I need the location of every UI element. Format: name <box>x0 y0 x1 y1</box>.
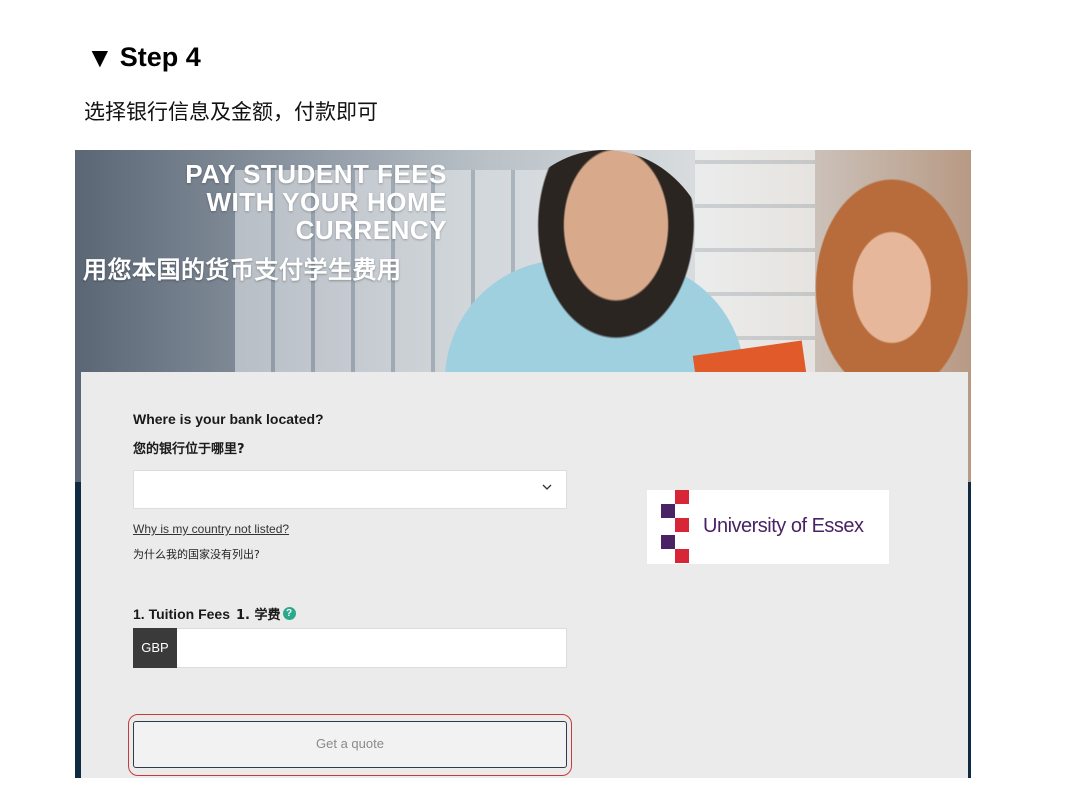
bank-country-select[interactable] <box>133 470 567 509</box>
hero-title-cn: 用您本国的货币支付学生费用 <box>83 256 402 284</box>
tuition-amount-input[interactable]: GBP <box>133 628 567 668</box>
country-not-listed-link[interactable]: Why is my country not listed? <box>133 522 289 536</box>
bank-location-label: Where is your bank located? <box>133 411 324 427</box>
hero-student-female <box>795 150 971 400</box>
hero-line-2: WITH YOUR HOME <box>206 187 447 217</box>
country-not-listed-link-cn: 为什么我的国家没有列出? <box>133 548 260 561</box>
step-title: Step 4 <box>119 42 201 72</box>
tuition-fees-label-en: 1. Tuition Fees <box>133 605 230 622</box>
chevron-down-icon <box>542 482 552 494</box>
hero-line-1: PAY STUDENT FEES <box>185 159 447 189</box>
get-quote-button[interactable]: Get a quote <box>133 721 567 768</box>
university-logo: University of Essex <box>647 490 889 564</box>
university-logo-mark-icon <box>661 490 689 563</box>
question-circle-icon[interactable]: ? <box>282 607 296 620</box>
currency-badge: GBP <box>133 628 177 668</box>
hero-title-en: PAY STUDENT FEES WITH YOUR HOME CURRENCY <box>75 160 447 244</box>
hero-line-3: CURRENCY <box>295 215 447 245</box>
triangle-down-icon: ▼ <box>86 41 114 73</box>
bank-location-label-cn: 您的银行位于哪里? <box>133 442 245 457</box>
tuition-fees-label-cn: 1. 学费 <box>235 608 281 623</box>
payment-form-panel: Where is your bank located? 您的银行位于哪里? Wh… <box>81 372 968 778</box>
hero-student-male <box>495 150 715 400</box>
tuition-fees-label: 1. Tuition Fees 1. 学费 ? <box>133 604 296 623</box>
step-description: 选择银行信息及金额，付款即可 <box>84 100 378 124</box>
payment-page-screenshot: PAY STUDENT FEES WITH YOUR HOME CURRENCY… <box>75 150 971 778</box>
step-heading: ▼ Step 4 <box>86 42 201 73</box>
university-name: University of Essex <box>703 515 864 537</box>
